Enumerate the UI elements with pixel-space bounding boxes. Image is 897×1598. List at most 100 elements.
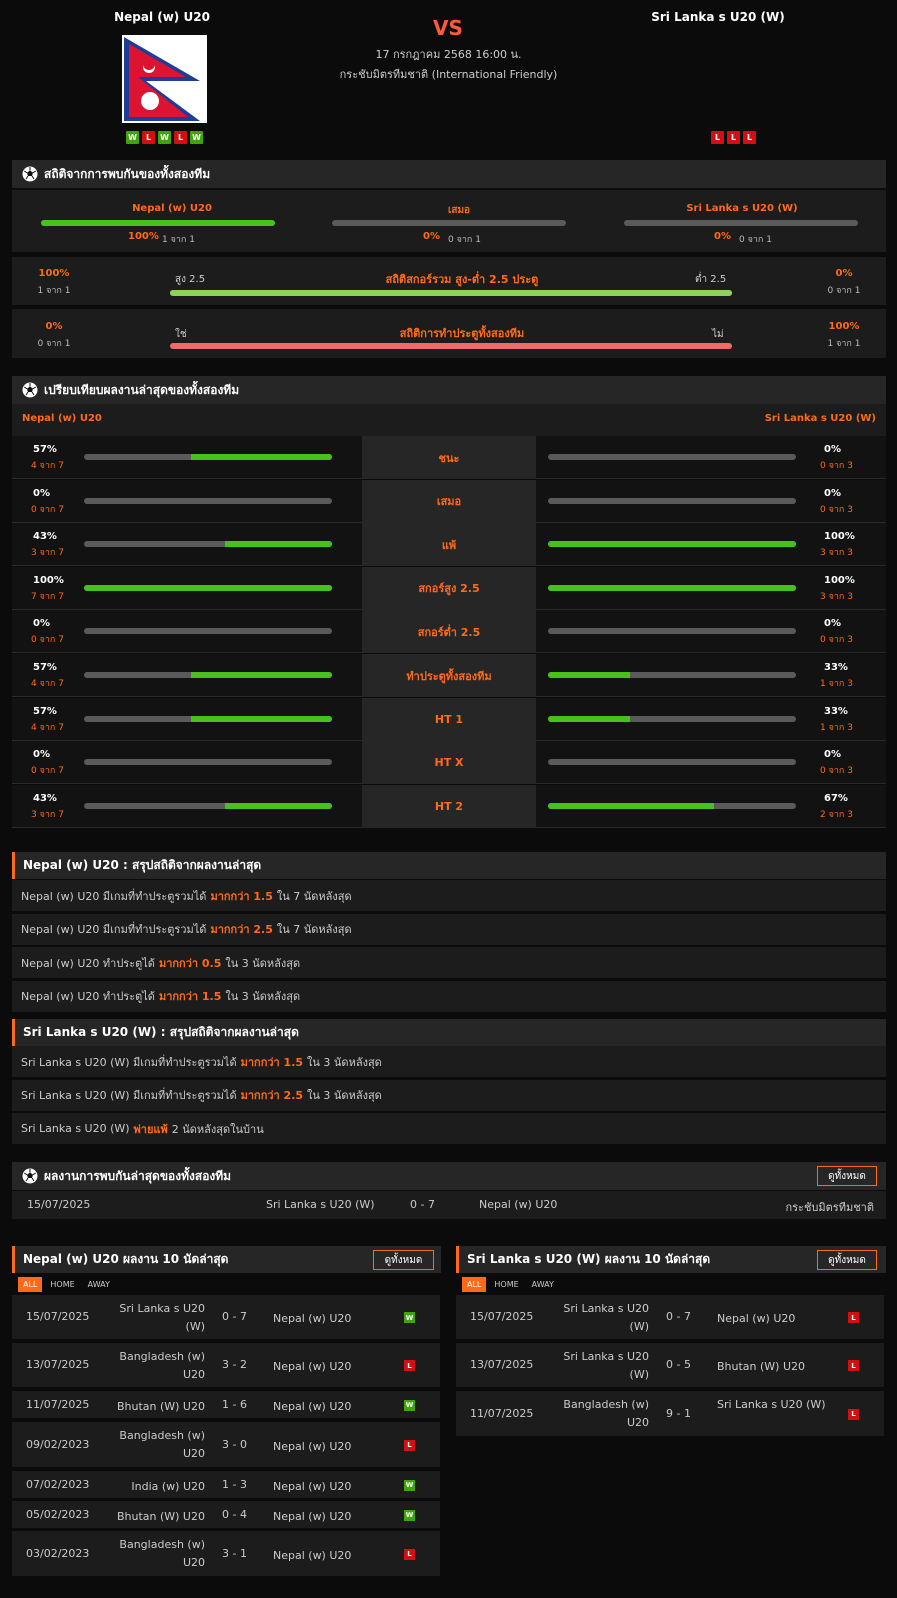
match-date: 05/02/2023	[26, 1507, 90, 1521]
match-row[interactable]: 13/07/2025 Bangladesh (w) U20 3 - 2 Nepal (…	[12, 1343, 440, 1387]
form-badge: L	[711, 131, 724, 144]
home-bar	[84, 672, 332, 678]
away-bar	[548, 541, 796, 548]
btts-left-label: ใช่	[175, 329, 187, 340]
home-count: 4 จาก 7	[31, 461, 64, 471]
home-count: 7 จาก 7	[31, 591, 64, 602]
match-home-team: Bangladesh (w) U20	[563, 1398, 649, 1429]
match-home-team: Sri Lanka s U20 (W)	[563, 1302, 649, 1333]
h2h-draw-label: เสมอ	[447, 205, 471, 216]
match-away-team: Nepal (w) U20	[273, 1312, 352, 1325]
match-away-team: Nepal (w) U20	[273, 1439, 352, 1453]
h2h-result-away: Nepal (w) U20	[479, 1198, 558, 1211]
summary-suffix: ใน 3 นัดหลังสุด	[307, 1055, 382, 1069]
h2h-btts-panel: 0% 0 จาก 1 ใช่ สถิติการทำประตูทั้งสองทีม…	[12, 309, 886, 358]
result-badge: L	[848, 1360, 859, 1371]
summary-text: Nepal (w) U20 มีเกมที่ทำประตูรวมได้	[21, 889, 207, 903]
soccer-ball-icon	[22, 1168, 38, 1184]
summary-text: Sri Lanka s U20 (W)	[21, 1122, 130, 1135]
match-row[interactable]: 09/02/2023 Bangladesh (w) U20 3 - 0 Nepal (…	[12, 1422, 440, 1467]
away-pct: 33%	[824, 662, 848, 673]
match-row[interactable]: 15/07/2025 Sri Lanka s U20 (W) 0 - 7 Nepal …	[12, 1295, 440, 1339]
match-score: 3 - 2	[222, 1358, 247, 1371]
home-form-badges: WLWLW	[126, 131, 203, 144]
match-row[interactable]: 05/02/2023 Bhutan (W) U20 0 - 4 Nepal (w) U…	[12, 1501, 440, 1528]
ou-right-pct: 0%	[835, 268, 853, 279]
compare-title: เปรียบเทียบผลงานล่าสุดของทั้งสองทีม	[44, 382, 240, 397]
h2h-result-competition: กระชับมิตรทีมชาติ	[785, 1201, 874, 1214]
h2h-view-all-button[interactable]: ดูทั้งหมด	[817, 1166, 877, 1186]
summary-row: Sri Lanka s U20 (W) มีเกมที่ทำประตูรวมได…	[12, 1079, 886, 1111]
compare-row: 0% 0 จาก 7 เสมอ 0% 0 จาก 3	[12, 479, 886, 523]
summary-highlight: มากกว่า 2.5	[240, 1089, 304, 1102]
match-home-team: Bangladesh (w) U20	[119, 1429, 205, 1460]
away-form-badges: LLL	[711, 131, 756, 144]
btts-right-count: 1 จาก 1	[827, 339, 861, 349]
match-away-team: Nepal (w) U20	[273, 1399, 352, 1413]
ou-title: สถิติสกอร์รวม สูง-ต่ำ 2.5 ประตู	[385, 273, 539, 286]
home-bar-fill	[190, 672, 332, 678]
away-pct: 0%	[824, 618, 841, 630]
match-score: 0 - 5	[666, 1358, 691, 1371]
match-row[interactable]: 11/07/2025 Bhutan (W) U20 1 - 6 Nepal (w) U…	[12, 1391, 440, 1418]
match-home-team: India (w) U20	[131, 1479, 205, 1493]
ou-bar	[170, 290, 732, 296]
match-row[interactable]: 07/02/2023 India (w) U20 1 - 3 Nepal (w) U2…	[12, 1471, 440, 1498]
home-last10-view-all-button[interactable]: ดูทั้งหมด	[373, 1250, 434, 1270]
summary-row: Sri Lanka s U20 (W) พ่ายแพ้ 2 นัดหลังสุดใน…	[12, 1113, 886, 1144]
match-home-team: Sri Lanka s U20 (W)	[563, 1350, 649, 1381]
h2h-results-header: ผลงานการพบกันล่าสุดของทั้งสองทีม	[12, 1162, 886, 1190]
match-header: Nepal (w) U20 Sri Lanka s U20 (W) VS 17 …	[0, 0, 897, 150]
form-badge: W	[158, 131, 171, 144]
summary-row: Nepal (w) U20 ทำประตูได้ มากกว่า 1.5 ใน 3 …	[12, 980, 886, 1012]
away-bar-fill	[548, 672, 630, 678]
home-count: 3 จาก 7	[31, 809, 64, 820]
h2h-home-bar	[41, 220, 275, 226]
home-pct: 57%	[33, 705, 57, 717]
tab-away[interactable]: AWAY	[83, 1277, 115, 1292]
tab-home[interactable]: HOME	[489, 1277, 523, 1292]
home-pct: 0%	[33, 618, 50, 630]
result-badge: W	[404, 1399, 415, 1411]
compare-label: ทำประตูทั้งสองทีม	[362, 654, 536, 697]
tab-all[interactable]: ALL	[18, 1277, 43, 1292]
home-bar	[84, 497, 332, 504]
h2h-home-count: 1 จาก 1	[162, 235, 195, 245]
result-badge: W	[404, 1509, 415, 1521]
summary-text: Nepal (w) U20 ทำประตูได้	[21, 990, 155, 1003]
tab-home[interactable]: HOME	[45, 1277, 79, 1292]
home-team-name[interactable]: Nepal (w) U20	[62, 10, 262, 24]
away-count: 3 จาก 3	[820, 591, 853, 602]
away-team-name[interactable]: Sri Lanka s U20 (W)	[618, 10, 818, 24]
home-count: 4 จาก 7	[31, 679, 64, 689]
compare-label: แพ้	[362, 523, 536, 567]
match-row[interactable]: 15/07/2025 Sri Lanka s U20 (W) 0 - 7 Nepal …	[456, 1295, 884, 1339]
away-bar	[548, 759, 796, 766]
tab-all[interactable]: ALL	[462, 1277, 487, 1292]
away-bar-fill	[548, 584, 796, 591]
match-row[interactable]: 11/07/2025 Bangladesh (w) U20 9 - 1 Sri Lan…	[456, 1391, 884, 1436]
home-bar-fill	[225, 541, 332, 548]
away-bar	[548, 454, 796, 460]
result-badge: W	[404, 1479, 415, 1491]
match-row[interactable]: 03/02/2023 Bangladesh (w) U20 3 - 1 Nepal (…	[12, 1531, 440, 1576]
summary-suffix: 2 นัดหลังสุดในบ้าน	[171, 1122, 264, 1136]
result-badge: L	[848, 1408, 859, 1420]
away-bar	[548, 584, 796, 591]
summary-text: Sri Lanka s U20 (W) มีเกมที่ทำประตูรวมได…	[21, 1055, 237, 1069]
away-count: 2 จาก 3	[820, 809, 853, 820]
away-count: 0 จาก 3	[820, 635, 853, 646]
away-last10-view-all-button[interactable]: ดูทั้งหมด	[817, 1250, 877, 1270]
match-home-team: Bangladesh (w) U20	[119, 1350, 205, 1381]
away-pct: 0%	[824, 749, 841, 761]
match-row[interactable]: 13/07/2025 Sri Lanka s U20 (W) 0 - 5 Bhutan…	[456, 1343, 884, 1387]
compare-home-team: Nepal (w) U20	[22, 413, 102, 424]
h2h-result-row[interactable]: 15/07/2025 Sri Lanka s U20 (W) 0 - 7 Nep…	[12, 1191, 886, 1219]
home-count: 0 จาก 7	[31, 635, 64, 646]
away-bar	[548, 802, 796, 809]
away-pct: 100%	[824, 574, 855, 586]
match-away-team: Nepal (w) U20	[273, 1548, 352, 1562]
h2h-draw-pct: 0%	[423, 231, 440, 242]
h2h-result-score: 0 - 7	[410, 1198, 435, 1211]
tab-away[interactable]: AWAY	[527, 1277, 559, 1292]
